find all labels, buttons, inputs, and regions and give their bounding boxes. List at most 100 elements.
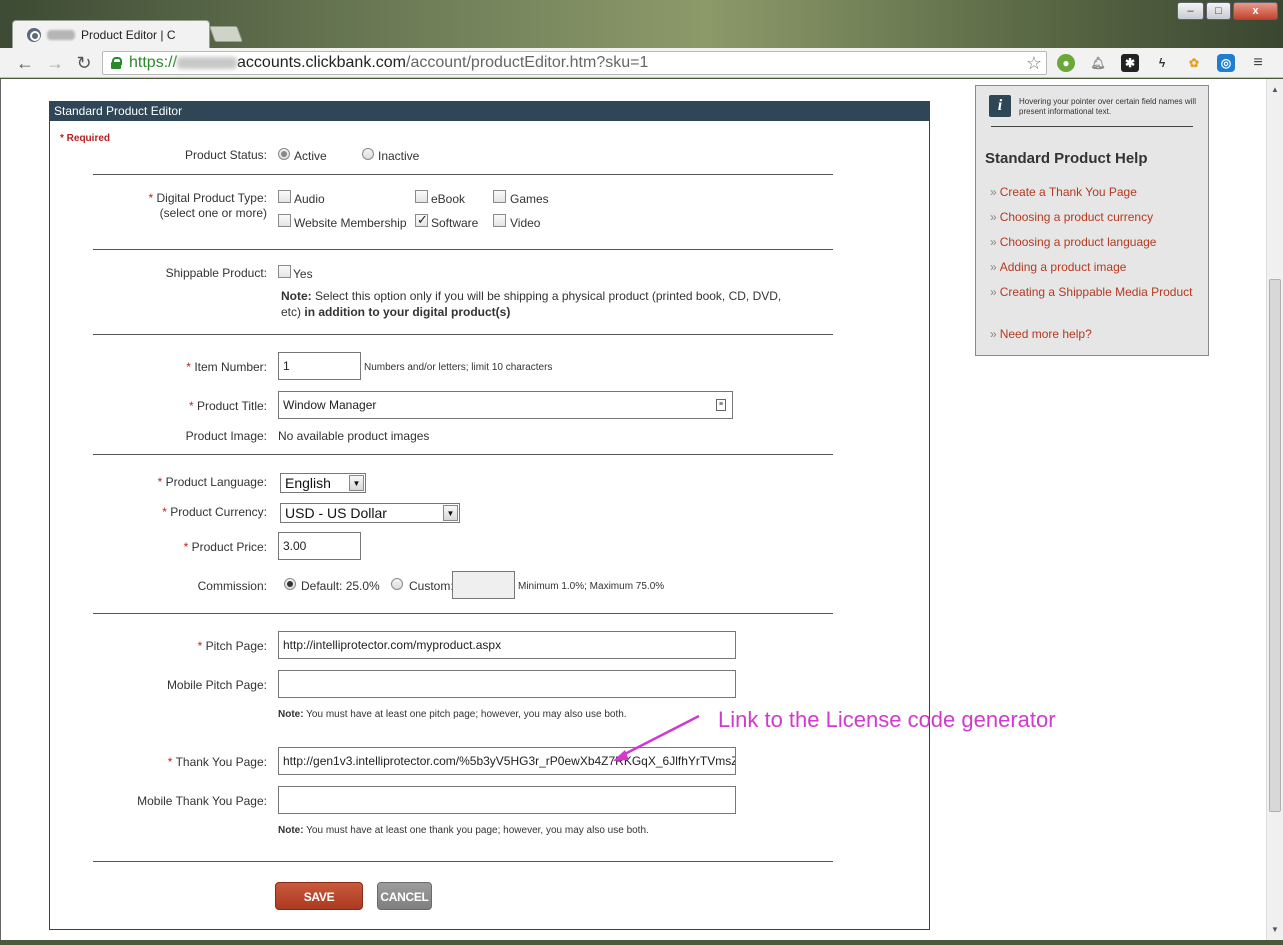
status-inactive-radio[interactable] — [362, 148, 374, 160]
item-number-hint: Numbers and/or letters; limit 10 charact… — [364, 362, 553, 373]
info-icon: i — [989, 95, 1011, 117]
divider — [93, 613, 833, 614]
forward-arrow-icon[interactable]: → — [44, 52, 66, 74]
status-active-radio[interactable] — [278, 148, 290, 160]
url-path: /account/productEditor.htm?sku=1 — [406, 54, 649, 71]
product-status-label: Product Status: — [184, 148, 267, 162]
mobile-pitch-page-label: Mobile Pitch Page: — [166, 678, 267, 692]
commission-custom-label: Custom: — [409, 579, 454, 593]
commission-default-label: Default: 25.0% — [301, 579, 380, 593]
help-tip: Hovering your pointer over certain field… — [1019, 97, 1196, 116]
mobile-thank-you-page-input[interactable] — [278, 786, 736, 814]
product-title-input[interactable]: Window Manager ≡ — [278, 391, 733, 419]
type-video-label: Video — [510, 216, 541, 230]
cancel-button[interactable]: CANCEL — [377, 882, 432, 910]
commission-label: Commission: — [197, 579, 267, 593]
chevron-down-icon: ▼ — [349, 475, 364, 491]
product-type-label: * Digital Product Type: — [148, 191, 267, 205]
url-scheme: https:// — [129, 54, 178, 71]
tab-blurred-text — [47, 29, 75, 40]
help-link-product-currency[interactable]: » Choosing a product currency — [990, 210, 1153, 224]
help-link-product-image[interactable]: » Adding a product image — [990, 260, 1126, 274]
mobile-pitch-page-input[interactable] — [278, 670, 736, 698]
annotation-text: Link to the License code generator — [718, 707, 1056, 732]
browser-toolbar: ← → ↻ https:// accounts.clickbank.com/acc… — [0, 48, 1283, 78]
shippable-label: Shippable Product: — [165, 266, 267, 280]
type-software-checkbox[interactable] — [415, 212, 428, 228]
save-changes-button[interactable]: SAVE CHANGES — [275, 882, 363, 932]
commission-default-radio[interactable] — [284, 578, 296, 590]
star-icon[interactable]: ☆ — [1026, 52, 1042, 74]
address-bar[interactable]: https:// accounts.clickbank.com/account/p… — [102, 51, 1047, 75]
circle-extension-icon[interactable]: ◎ — [1217, 54, 1235, 72]
editor-title: Standard Product Editor — [50, 102, 929, 121]
item-number-label: * Item Number: — [186, 360, 267, 374]
required-note: * Required — [60, 133, 111, 144]
type-audio-label: Audio — [294, 192, 325, 206]
price-label: * Product Price: — [183, 540, 267, 554]
scroll-down-arrow[interactable]: ▼ — [1271, 925, 1279, 934]
type-games-label: Games — [510, 192, 549, 206]
shippable-note: Note: Select this option only if you wil… — [281, 289, 782, 319]
window-bottom-edge — [0, 940, 1283, 945]
pitch-page-label: * Pitch Page: — [197, 639, 267, 653]
url-host: accounts.clickbank.com — [237, 54, 406, 71]
language-select[interactable]: English ▼ — [280, 473, 366, 493]
price-input[interactable]: 3.00 — [278, 532, 361, 560]
type-ebook-label: eBook — [431, 192, 466, 206]
bell-icon[interactable]: 🔔︎ — [1089, 54, 1107, 72]
product-type-sublabel: (select one or more) — [159, 206, 267, 220]
minimize-button[interactable]: – — [1177, 2, 1204, 20]
help-panel: i Hovering your pointer over certain fie… — [975, 85, 1209, 356]
tab-title: Product Editor | C — [81, 27, 176, 42]
commission-custom-radio[interactable] — [391, 578, 403, 590]
product-title-value: Window Manager — [283, 398, 377, 412]
help-link-product-language[interactable]: » Choosing a product language — [990, 235, 1156, 249]
pitch-page-input[interactable]: http://intelliprotector.com/myproduct.as… — [278, 631, 736, 659]
divider — [93, 454, 833, 455]
type-video-checkbox[interactable] — [493, 214, 506, 227]
help-link-more-help[interactable]: » Need more help? — [990, 327, 1092, 341]
type-software-label: Software — [431, 216, 479, 230]
contact-card-icon: ≡ — [716, 399, 726, 411]
type-games-checkbox[interactable] — [493, 190, 506, 203]
divider — [93, 861, 833, 862]
commission-custom-input[interactable] — [452, 571, 515, 599]
product-image-value: No available product images — [278, 429, 430, 443]
item-number-input[interactable]: 1 — [278, 352, 361, 380]
type-website-membership-label: Website Membership — [294, 216, 407, 230]
tab-product-editor[interactable]: Product Editor | C — [12, 20, 210, 48]
back-arrow-icon[interactable]: ← — [14, 52, 36, 74]
search-icon — [27, 27, 41, 42]
lightning-icon[interactable]: ϟ — [1153, 54, 1171, 72]
frog-extension-icon[interactable]: ● — [1057, 54, 1075, 72]
help-link-thank-you-page[interactable]: » Create a Thank You Page — [990, 185, 1137, 199]
help-link-shippable-media[interactable]: » Creating a Shippable Media Product — [990, 285, 1192, 299]
page-scrollbar[interactable]: ▲ ▼ — [1266, 79, 1283, 940]
maximize-button[interactable]: □ — [1206, 2, 1231, 20]
type-ebook-checkbox[interactable] — [415, 190, 428, 203]
thank-you-page-input[interactable]: http://gen1v3.intelliprotector.com/%5b3y… — [278, 747, 736, 775]
status-inactive-label: Inactive — [378, 149, 420, 163]
product-image-label: Product Image: — [185, 429, 267, 443]
divider — [93, 334, 833, 335]
currency-select[interactable]: USD - US Dollar ▼ — [280, 503, 460, 523]
pitch-page-note: Note: You must have at least one pitch p… — [278, 709, 627, 720]
asterisk-extension-icon[interactable]: ✱ — [1121, 54, 1139, 72]
divider — [93, 174, 833, 175]
type-website-membership-checkbox[interactable] — [278, 214, 291, 227]
menu-icon[interactable]: ≡ — [1249, 54, 1267, 72]
scroll-up-arrow[interactable]: ▲ — [1271, 85, 1279, 94]
standard-product-editor: Standard Product Editor * Required Produ… — [49, 101, 930, 932]
close-window-button[interactable]: x — [1233, 2, 1278, 20]
mobile-thank-you-page-label: Mobile Thank You Page: — [137, 794, 267, 808]
paw-extension-icon[interactable]: ✿ — [1185, 54, 1203, 72]
new-tab-button[interactable] — [209, 26, 243, 42]
type-audio-checkbox[interactable] — [278, 190, 291, 203]
shippable-yes-checkbox[interactable] — [278, 265, 291, 278]
browser-titlebar: Product Editor | C – □ x — [0, 0, 1283, 48]
currency-label: * Product Currency: — [162, 505, 267, 519]
scrollbar-thumb[interactable] — [1269, 279, 1281, 812]
reload-icon[interactable]: ↻ — [73, 52, 95, 74]
product-title-label: * Product Title: — [188, 399, 267, 413]
